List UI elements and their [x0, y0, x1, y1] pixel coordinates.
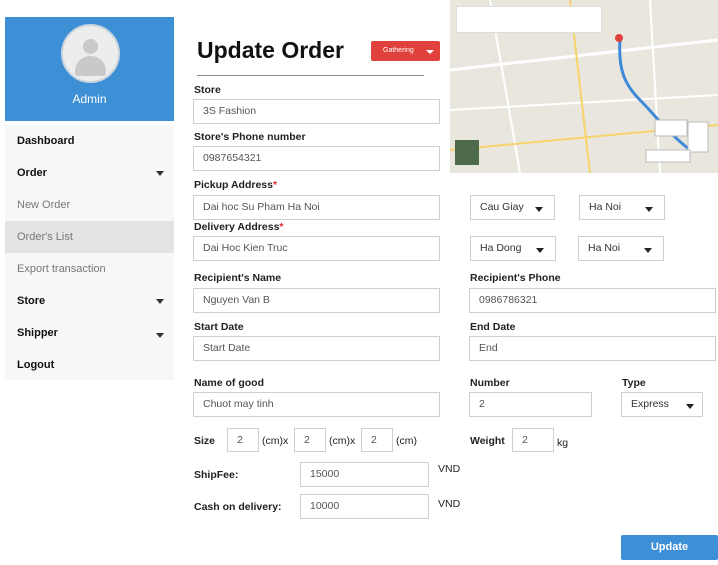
caret-down-icon	[536, 248, 544, 253]
delivery-city-select[interactable]: Ha Noi	[578, 236, 664, 261]
caret-down-icon	[535, 207, 543, 212]
sidebar-item-order[interactable]: Order	[5, 157, 174, 189]
cod-currency: VND	[438, 498, 461, 510]
size-unit: (cm)	[396, 435, 417, 447]
caret-down-icon	[645, 207, 653, 212]
cod-label: Cash on delivery:	[194, 501, 282, 513]
end-date-input[interactable]: End	[469, 336, 716, 361]
avatar-icon	[83, 39, 98, 54]
recipient-name-label: Recipient's Name	[194, 272, 282, 284]
delivery-district-select[interactable]: Ha Dong	[470, 236, 556, 261]
recipient-phone-label: Recipient's Phone	[470, 272, 561, 284]
sidebar-item-shipper[interactable]: Shipper	[5, 317, 174, 349]
update-button[interactable]: Update	[621, 535, 718, 560]
caret-down-icon	[686, 404, 694, 409]
delivery-address-input[interactable]: Dai Hoc Kien Truc	[193, 236, 440, 261]
caret-down-icon	[156, 171, 164, 176]
size-label: Size	[194, 435, 216, 447]
store-phone-input[interactable]: 0987654321	[193, 146, 440, 171]
shipfee-input[interactable]: 15000	[300, 462, 429, 487]
caret-down-icon	[156, 333, 164, 338]
weight-input[interactable]: 2	[512, 428, 554, 452]
delivery-address-label: Delivery Address*	[194, 221, 284, 233]
sidebar-item-new-order[interactable]: New Order	[5, 189, 174, 221]
size-height-input[interactable]: 2	[294, 428, 326, 452]
size-unit: (cm)x	[262, 435, 289, 447]
pickup-address-label: Pickup Address*	[194, 179, 278, 191]
sidebar-item-store[interactable]: Store	[5, 285, 174, 317]
end-date-label: End Date	[470, 321, 516, 333]
size-width-input[interactable]: 2	[227, 428, 259, 452]
profile-card: Admin	[5, 17, 174, 121]
type-select[interactable]: Express	[621, 392, 703, 417]
avatar	[61, 24, 120, 83]
store-phone-label: Store's Phone number	[194, 131, 306, 143]
cod-input[interactable]: 10000	[300, 494, 429, 519]
start-date-label: Start Date	[194, 321, 244, 333]
caret-down-icon	[156, 299, 164, 304]
weight-unit: kg	[557, 437, 569, 449]
shipfee-currency: VND	[438, 463, 461, 475]
good-name-input[interactable]: Chuot may tinh	[193, 392, 440, 417]
pickup-district-select[interactable]: Cau Giay	[470, 195, 555, 220]
recipient-name-input[interactable]: Nguyen Van B	[193, 288, 440, 313]
shipfee-label: ShipFee:	[194, 469, 239, 481]
store-input[interactable]: 3S Fashion	[193, 99, 440, 124]
page-title: Update Order	[197, 37, 344, 63]
sidebar-item-dashboard[interactable]: Dashboard	[5, 125, 174, 157]
recipient-phone-input[interactable]: 0986786321	[469, 288, 716, 313]
size-unit: (cm)x	[329, 435, 356, 447]
weight-label: Weight	[470, 435, 505, 447]
start-date-input[interactable]: Start Date	[193, 336, 440, 361]
pickup-city-select[interactable]: Ha Noi	[579, 195, 665, 220]
pickup-address-input[interactable]: Dai hoc Su Pham Ha Noi	[193, 195, 440, 220]
status-dropdown[interactable]: Gathering	[371, 41, 440, 61]
good-name-label: Name of good	[194, 377, 264, 389]
store-label: Store	[194, 84, 221, 96]
sidebar-menu: Dashboard Order New Order Order's List E…	[5, 125, 174, 380]
sidebar-item-order-list[interactable]: Order's List	[5, 221, 174, 253]
type-label: Type	[622, 377, 646, 389]
size-depth-input[interactable]: 2	[361, 428, 393, 452]
caret-down-icon	[644, 248, 652, 253]
number-label: Number	[470, 377, 510, 389]
divider	[197, 75, 424, 76]
map-directions-panel[interactable]	[456, 6, 602, 33]
sidebar-item-logout[interactable]: Logout	[5, 349, 174, 381]
user-name: Admin	[72, 92, 107, 106]
chevron-down-icon	[426, 50, 434, 54]
sidebar-item-export-transaction[interactable]: Export transaction	[5, 253, 174, 285]
number-input[interactable]: 2	[469, 392, 592, 417]
